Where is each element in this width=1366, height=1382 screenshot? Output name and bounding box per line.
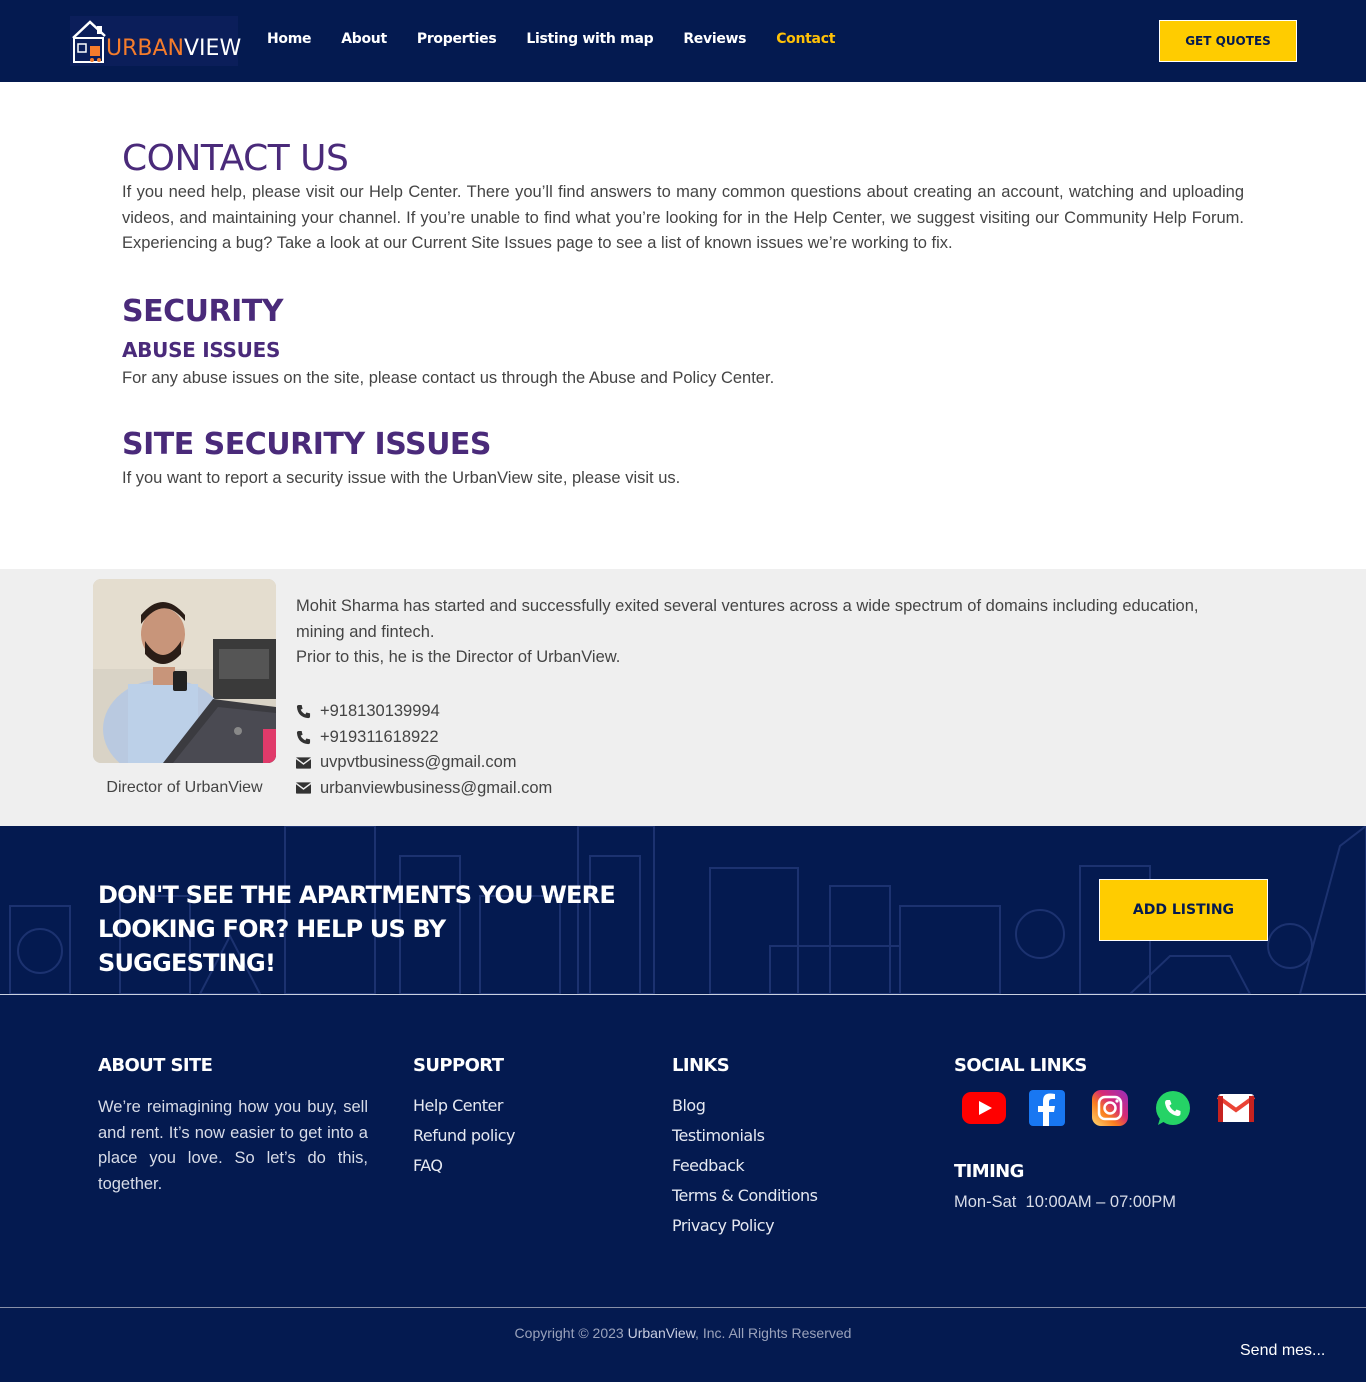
nav-listing-with-map[interactable]: Listing with map bbox=[526, 31, 653, 47]
envelope-icon bbox=[296, 782, 320, 794]
phone-icon bbox=[296, 730, 320, 745]
house-logo-icon bbox=[72, 20, 106, 63]
envelope-icon bbox=[296, 757, 320, 769]
director-contacts: +918130139994 +919311618922 uvpvtbusines… bbox=[296, 699, 552, 801]
instagram-icon[interactable] bbox=[1088, 1088, 1132, 1128]
director-bio-line2: Prior to this, he is the Director of Urb… bbox=[296, 648, 621, 666]
contact-us-heading: CONTACT US bbox=[122, 138, 349, 179]
get-quotes-button[interactable]: GET QUOTES bbox=[1159, 20, 1297, 62]
footer-links-heading: LINKS bbox=[672, 1055, 730, 1076]
copyright-brand: UrbanView bbox=[627, 1325, 696, 1341]
abuse-issues-heading: ABUSE ISSUES bbox=[122, 338, 281, 362]
email-row-1[interactable]: uvpvtbusiness@gmail.com bbox=[296, 750, 552, 776]
footer-support-heading: SUPPORT bbox=[413, 1055, 504, 1076]
nav-home[interactable]: Home bbox=[267, 31, 312, 47]
director-photo bbox=[93, 579, 276, 763]
footer-link-testimonials[interactable]: Testimonials bbox=[672, 1121, 817, 1151]
suggest-cta-band: DON'T SEE THE APARTMENTS YOU WERE LOOKIN… bbox=[0, 826, 1366, 994]
abuse-issues-text: For any abuse issues on the site, please… bbox=[122, 369, 775, 387]
cta-title: DON'T SEE THE APARTMENTS YOU WERE LOOKIN… bbox=[98, 881, 616, 977]
director-caption: Director of UrbanView bbox=[106, 779, 263, 796]
copyright-text: Copyright © 2023 UrbanView, Inc. All Rig… bbox=[514, 1325, 852, 1341]
nav-about[interactable]: About bbox=[341, 31, 387, 47]
director-bio: Mohit Sharma has started and successfull… bbox=[296, 594, 1236, 671]
send-message-widget[interactable]: Send mes... bbox=[1240, 1342, 1325, 1360]
footer-support-links: Help Center Refund policy FAQ bbox=[413, 1091, 516, 1181]
phone-number-2[interactable]: +919311618922 bbox=[320, 728, 439, 747]
phone-icon bbox=[296, 704, 320, 719]
footer-about-heading: ABOUT SITE bbox=[98, 1055, 213, 1076]
footer-social-heading: SOCIAL LINKS bbox=[954, 1055, 1087, 1076]
footer-link-privacy[interactable]: Privacy Policy bbox=[672, 1211, 817, 1241]
gmail-icon[interactable] bbox=[1214, 1088, 1258, 1128]
footer-link-blog[interactable]: Blog bbox=[672, 1091, 817, 1121]
youtube-icon[interactable] bbox=[962, 1088, 1006, 1128]
nav-properties[interactable]: Properties bbox=[417, 31, 497, 47]
whatsapp-icon[interactable] bbox=[1151, 1088, 1195, 1128]
security-heading: SECURITY bbox=[122, 294, 283, 329]
phone-row-1[interactable]: +918130139994 bbox=[296, 699, 552, 725]
footer-link-faq[interactable]: FAQ bbox=[413, 1151, 515, 1181]
footer-link-feedback[interactable]: Feedback bbox=[672, 1151, 817, 1181]
email-address-1[interactable]: uvpvtbusiness@gmail.com bbox=[320, 753, 517, 772]
phone-row-2[interactable]: +919311618922 bbox=[296, 725, 552, 751]
footer-about-text: We’re reimagining how you buy, sell and … bbox=[98, 1098, 368, 1193]
site-footer: ABOUT SITE We’re reimagining how you buy… bbox=[0, 995, 1366, 1382]
contact-us-text: If you need help, please visit our Help … bbox=[122, 183, 1244, 252]
facebook-icon[interactable] bbox=[1025, 1088, 1069, 1128]
nav-reviews[interactable]: Reviews bbox=[683, 31, 746, 47]
social-links bbox=[962, 1088, 1277, 1128]
email-row-2[interactable]: urbanviewbusiness@gmail.com bbox=[296, 776, 552, 802]
site-header: URBANVIEW Home About Properties Listing … bbox=[0, 0, 1366, 82]
nav-contact[interactable]: Contact bbox=[776, 31, 835, 47]
director-photo-illustration bbox=[93, 579, 276, 763]
footer-links-list: Blog Testimonials Feedback Terms & Condi… bbox=[672, 1091, 818, 1241]
director-section: Director of UrbanView Mohit Sharma has s… bbox=[0, 569, 1366, 826]
footer-link-help-center[interactable]: Help Center bbox=[413, 1091, 515, 1121]
director-bio-line1: Mohit Sharma has started and successfull… bbox=[296, 597, 1199, 641]
logo-wordmark: URBANVIEW bbox=[106, 36, 242, 61]
site-security-text: If you want to report a security issue w… bbox=[122, 469, 681, 487]
site-logo[interactable]: URBANVIEW bbox=[70, 16, 242, 66]
main-nav: Home About Properties Listing with map R… bbox=[267, 31, 865, 47]
site-security-heading: SITE SECURITY ISSUES bbox=[122, 427, 492, 462]
footer-timing-heading: TIMING bbox=[954, 1161, 1024, 1182]
add-listing-button[interactable]: ADD LISTING bbox=[1099, 879, 1268, 941]
footer-link-refund-policy[interactable]: Refund policy bbox=[413, 1121, 516, 1151]
footer-divider bbox=[0, 1307, 1366, 1308]
footer-timing-text: Mon-Sat 10:00AM – 07:00PM bbox=[954, 1193, 1176, 1211]
footer-link-terms[interactable]: Terms & Conditions bbox=[672, 1181, 818, 1211]
email-address-2[interactable]: urbanviewbusiness@gmail.com bbox=[320, 779, 552, 798]
phone-number-1[interactable]: +918130139994 bbox=[320, 702, 440, 721]
